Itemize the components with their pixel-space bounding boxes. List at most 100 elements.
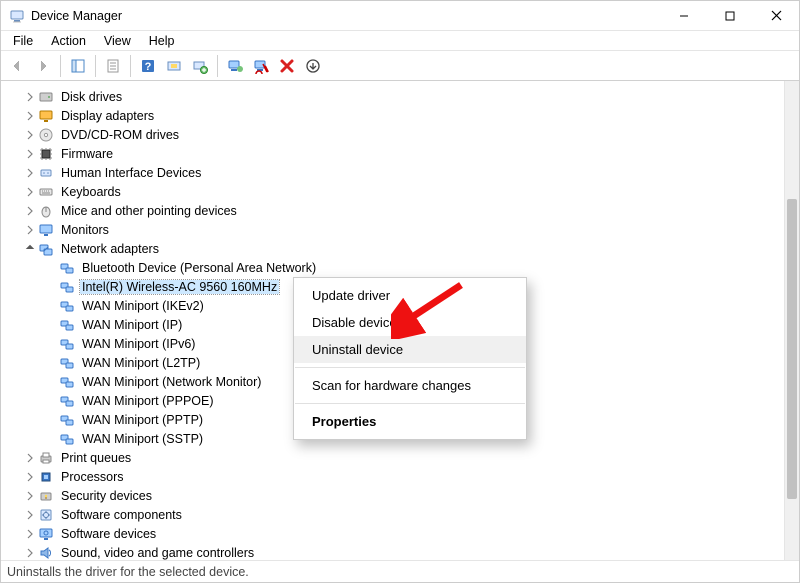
tree-category[interactable]: Print queues [7, 448, 784, 467]
sound-icon [38, 545, 54, 561]
menu-action[interactable]: Action [43, 33, 94, 49]
display-icon [38, 108, 54, 124]
tree-category[interactable]: Display adapters [7, 106, 784, 125]
tree-device[interactable]: Bluetooth Device (Personal Area Network) [7, 258, 784, 277]
monitor-icon [38, 222, 54, 238]
chevron-right-icon[interactable] [23, 223, 37, 237]
chevron-right-icon[interactable] [23, 508, 37, 522]
tree-category-label: Keyboards [59, 185, 123, 199]
window-title: Device Manager [31, 9, 661, 23]
network-device-icon [59, 374, 75, 390]
scan-hardware-button[interactable] [188, 54, 212, 78]
show-hide-console-button[interactable] [66, 54, 90, 78]
tree-category[interactable]: DVD/CD-ROM drives [7, 125, 784, 144]
properties-button[interactable] [101, 54, 125, 78]
tree-category[interactable]: Firmware [7, 144, 784, 163]
chevron-right-icon[interactable] [23, 470, 37, 484]
tree-category-label: Software components [59, 508, 184, 522]
tree-category[interactable]: Monitors [7, 220, 784, 239]
close-button[interactable] [753, 1, 799, 31]
update-driver-button[interactable] [223, 54, 247, 78]
chevron-right-icon[interactable] [23, 109, 37, 123]
keyboard-icon [38, 184, 54, 200]
menu-help[interactable]: Help [141, 33, 183, 49]
chevron-right-icon[interactable] [23, 90, 37, 104]
chevron-right-icon[interactable] [23, 185, 37, 199]
network-device-icon [59, 260, 75, 276]
legacy-hardware-button[interactable] [301, 54, 325, 78]
tree-device-label: WAN Miniport (SSTP) [80, 432, 205, 446]
network-device-icon [59, 336, 75, 352]
context-menu-item[interactable]: Update driver [294, 282, 526, 309]
tree-category-label: Display adapters [59, 109, 156, 123]
tree-category-label: Sound, video and game controllers [59, 546, 256, 560]
toolbar-sep [60, 55, 61, 77]
devmgr-app-icon [9, 8, 25, 24]
context-menu-separator [295, 367, 525, 368]
network-device-icon [59, 279, 75, 295]
tree-device-label: WAN Miniport (PPPOE) [80, 394, 216, 408]
tree-category-label: Print queues [59, 451, 133, 465]
tree-device-label: Intel(R) Wireless-AC 9560 160MHz [80, 280, 279, 294]
tree-category-label: Mice and other pointing devices [59, 204, 239, 218]
tree-category[interactable]: Software components [7, 505, 784, 524]
cd-icon [38, 127, 54, 143]
tree-category-label: Monitors [59, 223, 111, 237]
tree-category[interactable]: Software devices [7, 524, 784, 543]
tree-device-label: WAN Miniport (IP) [80, 318, 184, 332]
scrollbar-thumb[interactable] [787, 199, 797, 499]
tree-category-label: Firmware [59, 147, 115, 161]
menu-file[interactable]: File [5, 33, 41, 49]
tree-device-label: WAN Miniport (IKEv2) [80, 299, 206, 313]
tree-category-label: Security devices [59, 489, 154, 503]
network-device-icon [59, 412, 75, 428]
context-menu-item[interactable]: Properties [294, 408, 526, 435]
network-device-icon [59, 355, 75, 371]
tree-category[interactable]: Security devices [7, 486, 784, 505]
disk-icon [38, 89, 54, 105]
disable-device-button[interactable] [249, 54, 273, 78]
tree-category[interactable]: Network adapters [7, 239, 784, 258]
chevron-right-icon[interactable] [23, 128, 37, 142]
tree-category[interactable]: Processors [7, 467, 784, 486]
chevron-right-icon[interactable] [23, 166, 37, 180]
tree-category-label: Disk drives [59, 90, 124, 104]
chevron-right-icon[interactable] [23, 546, 37, 560]
chevron-right-icon[interactable] [23, 147, 37, 161]
chevron-right-icon[interactable] [23, 489, 37, 503]
tree-category[interactable]: Sound, video and game controllers [7, 543, 784, 560]
vertical-scrollbar[interactable] [784, 81, 799, 560]
toolbar-sep [217, 55, 218, 77]
context-menu-item[interactable]: Disable device [294, 309, 526, 336]
swcomp-icon [38, 507, 54, 523]
minimize-button[interactable] [661, 1, 707, 31]
chevron-down-icon[interactable] [23, 242, 37, 256]
network-device-icon [59, 298, 75, 314]
forward-button[interactable] [31, 54, 55, 78]
tree-category-label: DVD/CD-ROM drives [59, 128, 181, 142]
tree-category-label: Human Interface Devices [59, 166, 203, 180]
swdev-icon [38, 526, 54, 542]
cpu-icon [38, 469, 54, 485]
menu-view[interactable]: View [96, 33, 139, 49]
action-button[interactable] [162, 54, 186, 78]
help-button[interactable]: ? [136, 54, 160, 78]
toolbar: ? [1, 51, 799, 81]
network-device-icon [59, 431, 75, 447]
tree-category[interactable]: Human Interface Devices [7, 163, 784, 182]
uninstall-device-button[interactable] [275, 54, 299, 78]
maximize-button[interactable] [707, 1, 753, 31]
back-button[interactable] [5, 54, 29, 78]
tree-category[interactable]: Disk drives [7, 87, 784, 106]
titlebar: Device Manager [1, 1, 799, 31]
chevron-right-icon[interactable] [23, 527, 37, 541]
menubar: File Action View Help [1, 31, 799, 51]
tree-category[interactable]: Keyboards [7, 182, 784, 201]
tree-category[interactable]: Mice and other pointing devices [7, 201, 784, 220]
context-menu-item[interactable]: Scan for hardware changes [294, 372, 526, 399]
network-device-icon [59, 317, 75, 333]
context-menu-item[interactable]: Uninstall device [294, 336, 526, 363]
mouse-icon [38, 203, 54, 219]
chevron-right-icon[interactable] [23, 204, 37, 218]
chevron-right-icon[interactable] [23, 451, 37, 465]
